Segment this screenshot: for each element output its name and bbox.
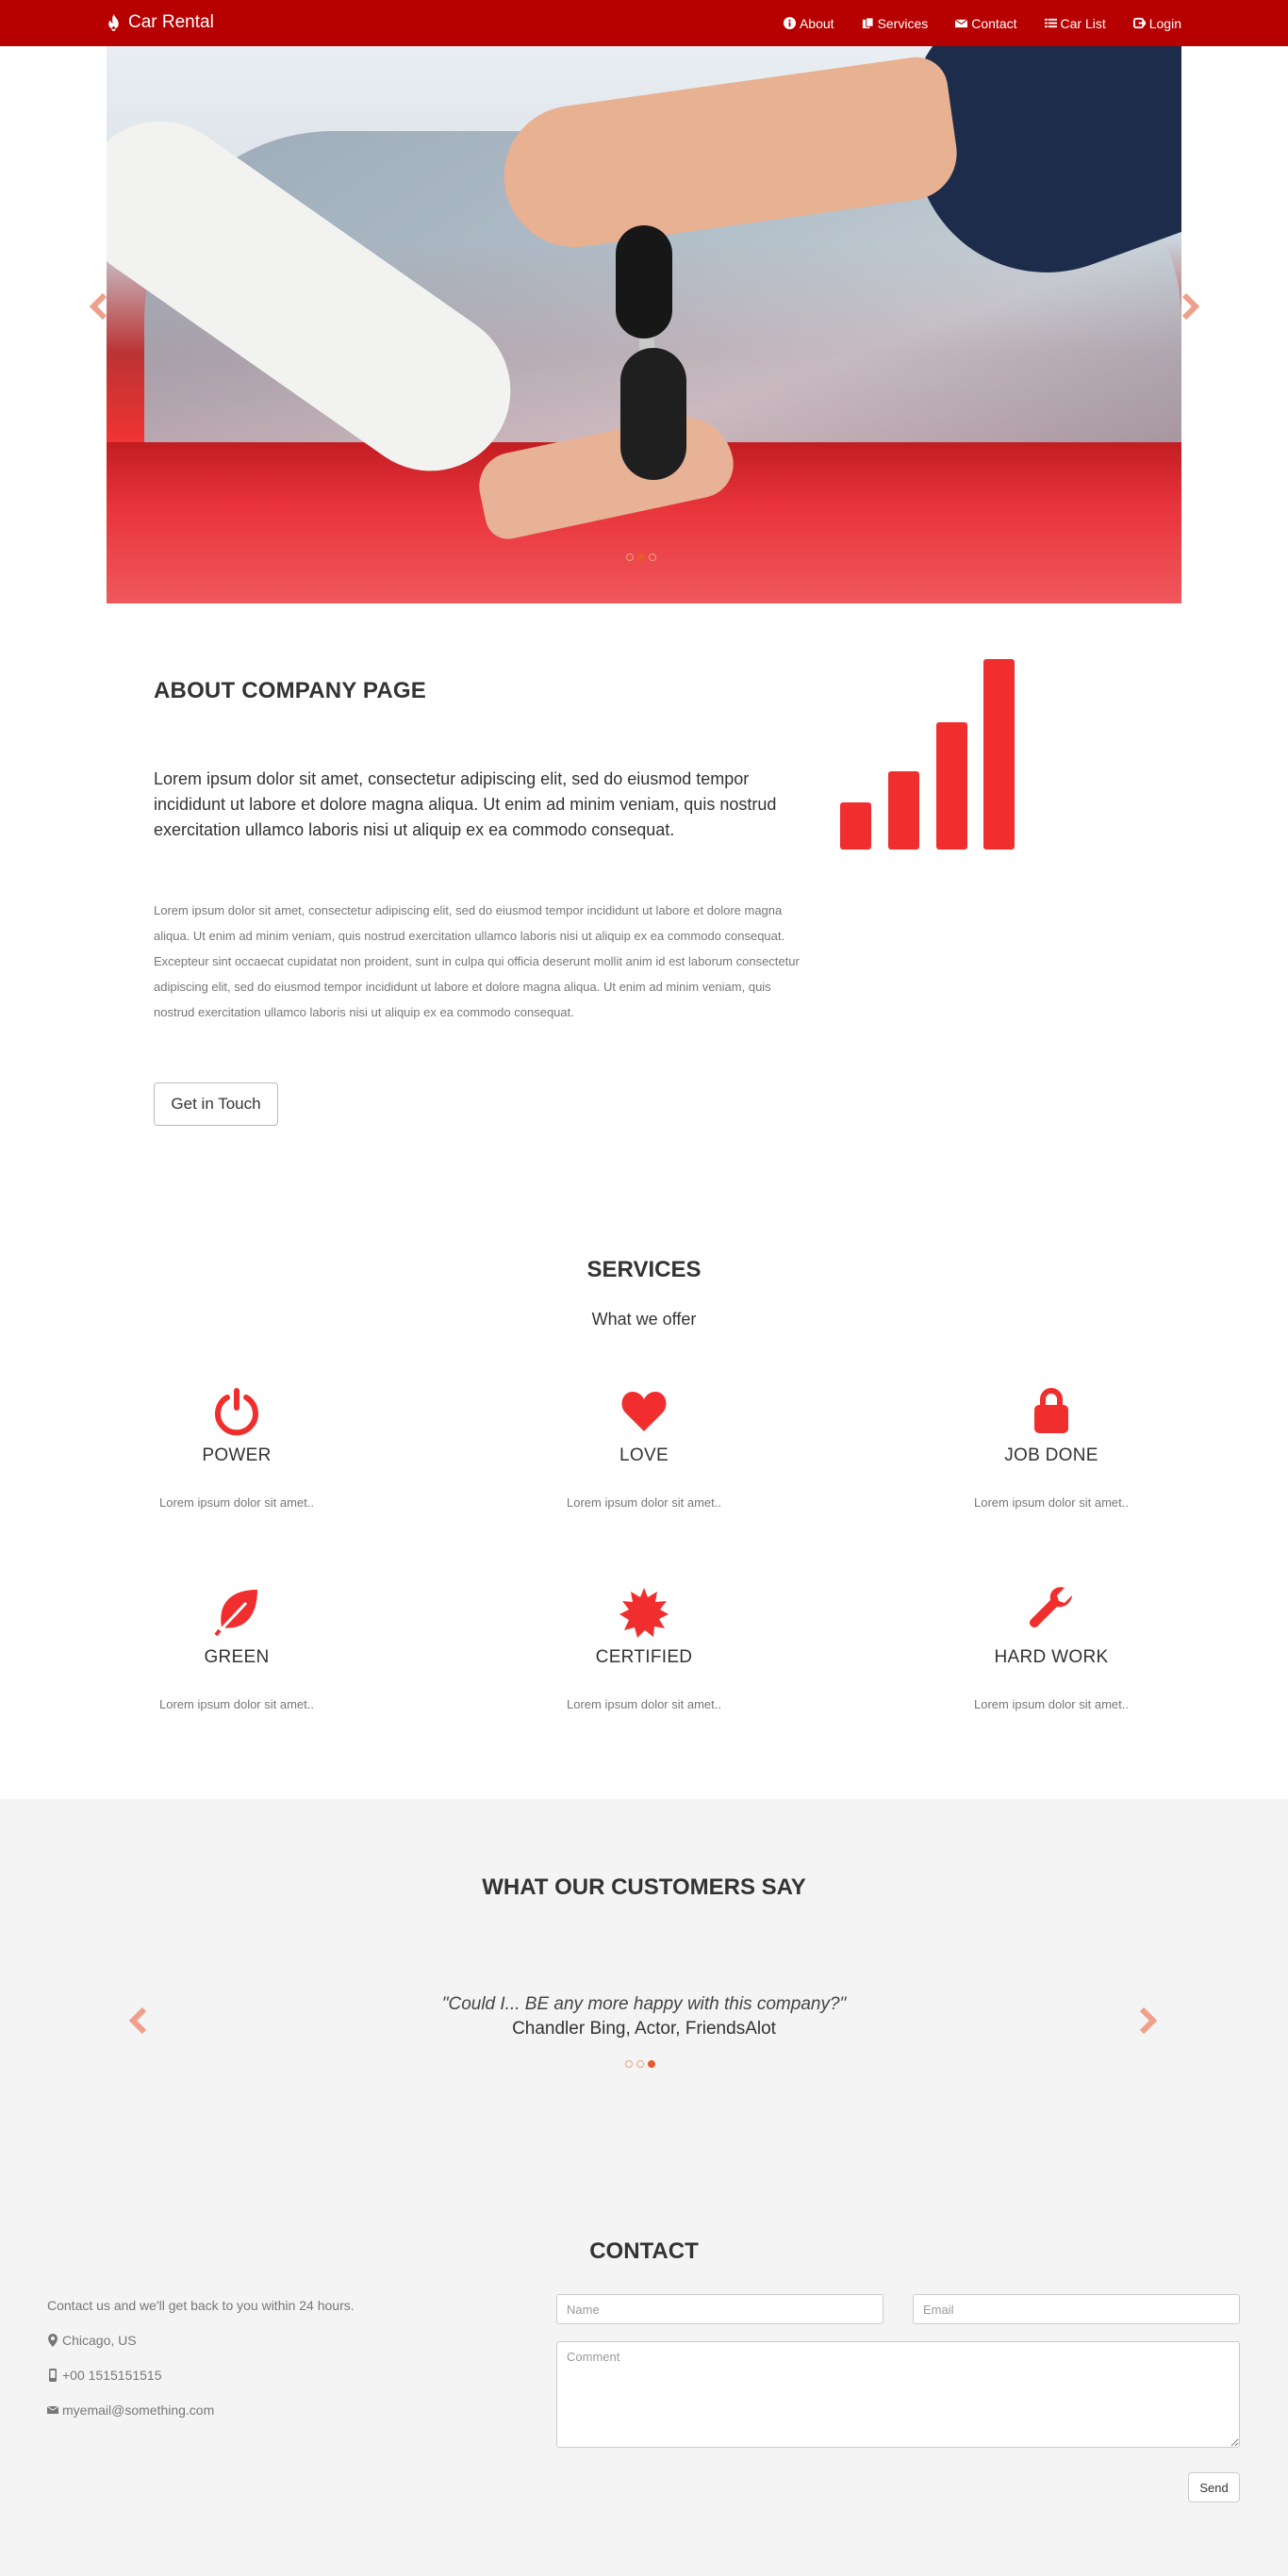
heart-icon: [621, 1392, 667, 1431]
nav-about[interactable]: About: [783, 15, 834, 31]
envelope-icon: [47, 2405, 58, 2414]
email-input[interactable]: [913, 2294, 1240, 2324]
phone-icon: [49, 2369, 57, 2382]
chevron-right-icon: [1181, 292, 1200, 321]
hero-prev-button[interactable]: [88, 292, 110, 321]
testimonial-next-button[interactable]: [1136, 2006, 1159, 2035]
services-section: SERVICES What we offer POWER Lorem ipsum…: [0, 1179, 1288, 1799]
testimonial-indicator-3[interactable]: [648, 2060, 655, 2068]
contact-section: CONTACT Contact us and we'll get back to…: [0, 2157, 1288, 2576]
signal-bar-3: [936, 722, 967, 850]
service-desc: Lorem ipsum dolor sit amet..: [973, 1495, 1129, 1510]
signal-bar-4: [983, 659, 1015, 850]
nav-services-label: Services: [877, 15, 929, 31]
service-desc: Lorem ipsum dolor sit amet..: [158, 1697, 314, 1711]
service-desc: Lorem ipsum dolor sit amet..: [566, 1697, 721, 1711]
service-name: CERTIFIED: [595, 1647, 693, 1667]
brand-link[interactable]: Car Rental: [106, 12, 214, 33]
send-button[interactable]: Send: [1188, 2472, 1240, 2502]
testimonials-section: WHAT OUR CUSTOMERS SAY "Could I... BE an…: [0, 1799, 1288, 2157]
hero-indicator-3[interactable]: [649, 553, 656, 561]
services-title: SERVICES: [586, 1257, 702, 1282]
main-nav: About Services Contact Car List Login: [756, 0, 1181, 46]
nav-login[interactable]: Login: [1132, 15, 1181, 31]
service-job-done: JOB DONE Lorem ipsum dolor sit amet..: [910, 1384, 1193, 1510]
service-name: LOVE: [619, 1445, 669, 1465]
signal-icon: [840, 659, 1019, 850]
fire-icon: [108, 13, 119, 31]
contact-email: myemail@something.com: [47, 2403, 214, 2418]
about-title: ABOUT COMPANY PAGE: [154, 678, 426, 703]
get-in-touch-button[interactable]: Get in Touch: [154, 1082, 278, 1126]
lock-icon: [1034, 1388, 1068, 1433]
leaf-icon: [214, 1590, 257, 1637]
contact-title: CONTACT: [589, 2238, 699, 2264]
service-desc: Lorem ipsum dolor sit amet..: [158, 1495, 314, 1510]
hero-indicators: [626, 553, 656, 561]
testimonial-prev-button[interactable]: [127, 2006, 150, 2035]
map-marker-icon: [48, 2334, 58, 2347]
service-certified: CERTIFIED Lorem ipsum dolor sit amet..: [503, 1586, 785, 1711]
contact-intro: Contact us and we'll get back to you wit…: [47, 2298, 355, 2313]
contact-phone-text: +00 1515151515: [62, 2368, 162, 2383]
service-name: POWER: [202, 1445, 272, 1465]
service-name: GREEN: [204, 1647, 270, 1667]
chevron-left-icon: [89, 292, 107, 321]
testimonials-title: WHAT OUR CUSTOMERS SAY: [482, 1874, 806, 1900]
power-icon: [215, 1388, 258, 1436]
testimonial-author: Chandler Bing, Actor, FriendsAlot: [512, 2019, 776, 2039]
name-input[interactable]: [556, 2294, 883, 2324]
hero-image-key-fob: [620, 348, 686, 480]
testimonial-quote: "Could I... BE any more happy with this …: [441, 1994, 847, 2014]
service-name: JOB DONE: [1004, 1445, 1098, 1465]
nav-services[interactable]: Services: [862, 15, 929, 31]
contact-phone: +00 1515151515: [47, 2368, 162, 2383]
signal-bar-1: [840, 802, 871, 850]
hero-indicator-2[interactable]: [637, 553, 645, 561]
nav-car-list[interactable]: Car List: [1044, 15, 1106, 31]
signal-bar-2: [888, 771, 919, 850]
services-subtitle: What we offer: [591, 1310, 697, 1329]
service-desc: Lorem ipsum dolor sit amet..: [566, 1495, 721, 1510]
hero-next-button[interactable]: [1179, 292, 1201, 321]
nav-contact[interactable]: Contact: [955, 15, 1017, 31]
nav-login-label: Login: [1148, 15, 1181, 31]
info-icon: [783, 17, 796, 29]
service-green: GREEN Lorem ipsum dolor sit amet..: [95, 1586, 378, 1711]
certificate-icon: [619, 1588, 669, 1638]
about-section: ABOUT COMPANY PAGE Lorem ipsum dolor sit…: [0, 603, 1288, 1179]
chevron-left-icon: [128, 2006, 147, 2035]
brand-name: Car Rental: [128, 12, 214, 32]
nav-contact-label: Contact: [971, 15, 1017, 31]
envelope-icon: [955, 19, 968, 28]
contact-email-text: myemail@something.com: [62, 2403, 215, 2418]
service-name: HARD WORK: [994, 1647, 1109, 1667]
login-icon: [1132, 17, 1146, 29]
service-desc: Lorem ipsum dolor sit amet..: [973, 1697, 1129, 1711]
nav-car-list-label: Car List: [1060, 15, 1106, 31]
contact-location-text: Chicago, US: [62, 2333, 137, 2348]
testimonial-indicators: [625, 2060, 655, 2068]
wrench-icon: [1030, 1587, 1072, 1627]
contact-location: Chicago, US: [47, 2333, 137, 2348]
navbar: Car Rental About Services Contact Car Li…: [0, 0, 1288, 46]
about-body: Lorem ipsum dolor sit amet, consectetur …: [154, 903, 800, 1019]
list-icon: [1044, 18, 1057, 28]
service-power: POWER Lorem ipsum dolor sit amet..: [95, 1384, 378, 1510]
hero-indicator-1[interactable]: [626, 553, 634, 561]
testimonial-indicator-2[interactable]: [636, 2060, 644, 2068]
about-lead: Lorem ipsum dolor sit amet, consectetur …: [154, 769, 777, 839]
hero-image-key: [616, 225, 672, 339]
service-hard-work: HARD WORK Lorem ipsum dolor sit amet..: [910, 1586, 1193, 1711]
documents-icon: [862, 17, 874, 29]
comment-textarea[interactable]: [556, 2341, 1240, 2448]
testimonial-indicator-1[interactable]: [625, 2060, 633, 2068]
hero-carousel: [107, 46, 1181, 603]
nav-about-label: About: [799, 15, 834, 31]
service-love: LOVE Lorem ipsum dolor sit amet..: [503, 1384, 785, 1510]
chevron-right-icon: [1139, 2006, 1158, 2035]
